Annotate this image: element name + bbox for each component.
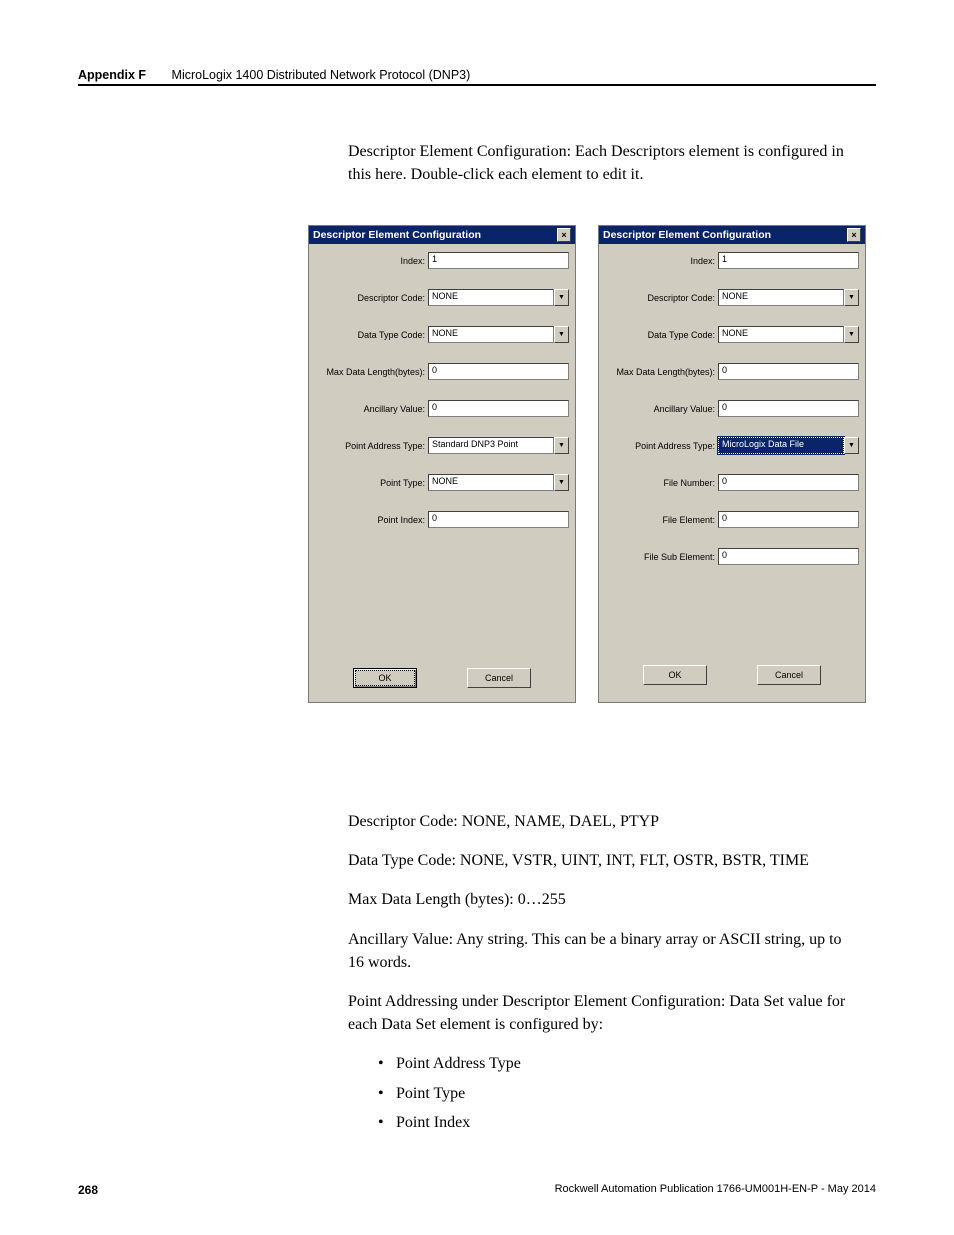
label-file-element: File Element:: [605, 515, 718, 525]
file-sub-element-field[interactable]: 0: [718, 548, 859, 565]
chevron-down-icon[interactable]: ▼: [554, 326, 569, 343]
ok-button[interactable]: OK: [643, 665, 707, 685]
label-point-address-type: Point Address Type:: [605, 441, 718, 451]
close-icon[interactable]: ×: [847, 228, 861, 242]
titlebar: Descriptor Element Configuration ×: [309, 226, 575, 244]
point-address-type-select[interactable]: Standard DNP3 Point: [428, 437, 554, 454]
chevron-down-icon[interactable]: ▼: [844, 437, 859, 454]
label-data-type-code: Data Type Code:: [605, 330, 718, 340]
data-type-code-select[interactable]: NONE: [718, 326, 844, 343]
list-item: Point Address Type: [378, 1052, 858, 1075]
chevron-down-icon[interactable]: ▼: [844, 289, 859, 306]
appendix-label: Appendix F: [78, 68, 146, 82]
close-icon[interactable]: ×: [557, 228, 571, 242]
chevron-down-icon[interactable]: ▼: [844, 326, 859, 343]
index-field[interactable]: 1: [428, 252, 569, 269]
def-ancillary-value: Ancillary Value: Any string. This can be…: [348, 928, 858, 974]
label-file-sub-element: File Sub Element:: [605, 552, 718, 562]
def-max-data-length: Max Data Length (bytes): 0…255: [348, 888, 858, 911]
chevron-down-icon[interactable]: ▼: [554, 474, 569, 491]
dialog-body: Index: 1 Descriptor Code: NONE ▼ Data Ty…: [599, 244, 865, 699]
def-data-type-code: Data Type Code: NONE, VSTR, UINT, INT, F…: [348, 849, 858, 872]
label-ancillary-value: Ancillary Value:: [605, 404, 718, 414]
page-header: Appendix F MicroLogix 1400 Distributed N…: [78, 68, 876, 82]
dialog-screenshots: Descriptor Element Configuration × Index…: [308, 225, 866, 703]
chevron-down-icon[interactable]: ▼: [554, 289, 569, 306]
ancillary-value-field[interactable]: 0: [718, 400, 859, 417]
label-point-type: Point Type:: [315, 478, 428, 488]
label-data-type-code: Data Type Code:: [315, 330, 428, 340]
point-index-field[interactable]: 0: [428, 511, 569, 528]
ancillary-value-field[interactable]: 0: [428, 400, 569, 417]
dialog-title: Descriptor Element Configuration: [313, 229, 481, 241]
intro-paragraph: Descriptor Element Configuration: Each D…: [348, 140, 858, 186]
max-data-length-field[interactable]: 0: [428, 363, 569, 380]
index-field[interactable]: 1: [718, 252, 859, 269]
point-address-type-select[interactable]: MicroLogix Data File: [718, 437, 844, 454]
file-number-field[interactable]: 0: [718, 474, 859, 491]
max-data-length-field[interactable]: 0: [718, 363, 859, 380]
descriptor-dialog-right: Descriptor Element Configuration × Index…: [598, 225, 866, 703]
bullet-list: Point Address Type Point Type Point Inde…: [378, 1052, 858, 1134]
dialog-body: Index: 1 Descriptor Code: NONE ▼ Data Ty…: [309, 244, 575, 702]
chevron-down-icon[interactable]: ▼: [554, 437, 569, 454]
point-type-select[interactable]: NONE: [428, 474, 554, 491]
cancel-button[interactable]: Cancel: [467, 668, 531, 688]
page-number: 268: [78, 1183, 98, 1197]
titlebar: Descriptor Element Configuration ×: [599, 226, 865, 244]
data-type-code-select[interactable]: NONE: [428, 326, 554, 343]
label-index: Index:: [315, 256, 428, 266]
page-footer: 268 Rockwell Automation Publication 1766…: [78, 1183, 876, 1197]
dialog-title: Descriptor Element Configuration: [603, 229, 771, 241]
label-point-index: Point Index:: [315, 515, 428, 525]
label-max-data-length: Max Data Length(bytes):: [605, 367, 718, 377]
descriptor-code-select[interactable]: NONE: [718, 289, 844, 306]
file-element-field[interactable]: 0: [718, 511, 859, 528]
ok-button[interactable]: OK: [353, 668, 417, 688]
publication-info: Rockwell Automation Publication 1766-UM0…: [555, 1183, 876, 1197]
descriptor-dialog-left: Descriptor Element Configuration × Index…: [308, 225, 576, 703]
header-rule: [78, 84, 876, 86]
def-point-addressing: Point Addressing under Descriptor Elemen…: [348, 990, 858, 1036]
appendix-title: MicroLogix 1400 Distributed Network Prot…: [172, 68, 471, 82]
label-file-number: File Number:: [605, 478, 718, 488]
label-index: Index:: [605, 256, 718, 266]
list-item: Point Index: [378, 1111, 858, 1134]
descriptor-code-select[interactable]: NONE: [428, 289, 554, 306]
label-max-data-length: Max Data Length(bytes):: [315, 367, 428, 377]
list-item: Point Type: [378, 1082, 858, 1105]
cancel-button[interactable]: Cancel: [757, 665, 821, 685]
label-point-address-type: Point Address Type:: [315, 441, 428, 451]
label-descriptor-code: Descriptor Code:: [315, 293, 428, 303]
definitions: Descriptor Code: NONE, NAME, DAEL, PTYP …: [348, 810, 858, 1140]
def-descriptor-code: Descriptor Code: NONE, NAME, DAEL, PTYP: [348, 810, 858, 833]
label-ancillary-value: Ancillary Value:: [315, 404, 428, 414]
label-descriptor-code: Descriptor Code:: [605, 293, 718, 303]
